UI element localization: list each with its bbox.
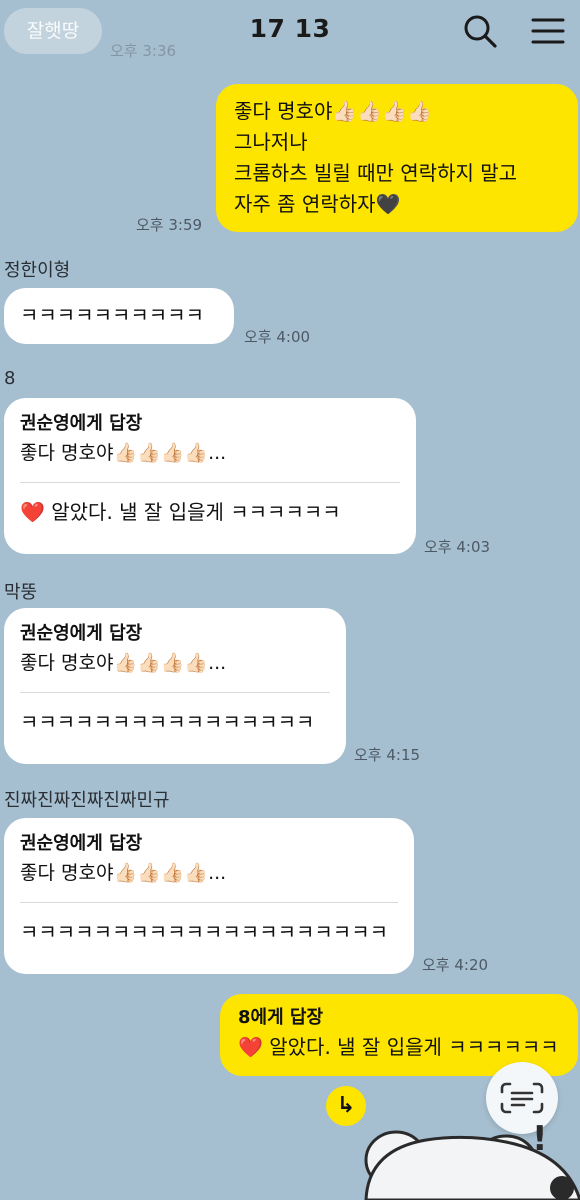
reply-target: 권순영에게 답장 — [20, 623, 143, 644]
svg-text:!: ! — [532, 1119, 548, 1159]
my-message-bubble[interactable]: 좋다 명호야👍🏻👍🏻👍🏻👍🏻 그나저나 크롬하츠 빌릴 때만 연락하지 말고 자… — [216, 84, 578, 232]
reply-quote[interactable]: 좋다 명호야👍🏻👍🏻👍🏻👍🏻... — [20, 858, 398, 888]
their-reply-bubble[interactable]: 권순영에게 답장 좋다 명호야👍🏻👍🏻👍🏻👍🏻... ㅋㅋㅋㅋㅋㅋㅋㅋㅋㅋㅋㅋㅋ… — [4, 608, 346, 764]
sender-name: 진짜진짜진짜진짜민규 — [4, 790, 170, 811]
reply-quote[interactable]: 좋다 명호야👍🏻👍🏻👍🏻👍🏻... — [20, 648, 330, 678]
message-text: ❤️ 알았다. 낼 잘 입을게 ㅋㅋㅋㅋㅋㅋ — [20, 500, 341, 524]
their-message-bubble[interactable]: ㅋㅋㅋㅋㅋㅋㅋㅋㅋㅋ — [4, 288, 234, 344]
message-line: 좋다 명호야👍🏻👍🏻👍🏻👍🏻 — [234, 99, 432, 123]
message-time: 오후 4:03 — [424, 538, 491, 556]
message-time: 오후 3:59 — [136, 216, 203, 234]
message-line: 자주 좀 연락하자🖤 — [234, 192, 401, 216]
search-icon[interactable] — [462, 13, 498, 49]
message-time: 오후 4:20 — [422, 956, 489, 974]
bear-sticker-icon: ! — [364, 1119, 580, 1200]
their-reply-bubble[interactable]: 권순영에게 답장 좋다 명호야👍🏻👍🏻👍🏻👍🏻... ❤️ 알았다. 낼 잘 입… — [4, 398, 416, 554]
sender-name: 정한이형 — [4, 260, 71, 281]
header-ghost-time: 오후 3:36 — [110, 42, 177, 60]
menu-icon[interactable] — [530, 13, 566, 49]
chat-header: 잘햇땅 오후 3:36 17 13 — [0, 0, 580, 62]
sender-name: 막뚱 — [4, 582, 38, 603]
message-time: 오후 4:00 — [244, 328, 311, 346]
reply-divider — [20, 902, 398, 903]
message-text: ㅋㅋㅋㅋㅋㅋㅋㅋㅋㅋㅋㅋㅋㅋㅋㅋ — [20, 710, 315, 734]
reply-quote[interactable]: 좋다 명호야👍🏻👍🏻👍🏻👍🏻... — [20, 438, 400, 468]
reply-target: 권순영에게 답장 — [20, 833, 143, 854]
their-reply-bubble[interactable]: 권순영에게 답장 좋다 명호야👍🏻👍🏻👍🏻👍🏻... ㅋㅋㅋㅋㅋㅋㅋㅋㅋㅋㅋㅋㅋ… — [4, 818, 414, 974]
reply-divider — [20, 692, 330, 693]
message-text: ❤️ 알았다. 낼 잘 입을게 ㅋㅋㅋㅋㅋㅋ — [238, 1035, 559, 1059]
message-line: 크롬하츠 빌릴 때만 연락하지 말고 — [234, 161, 518, 185]
sender-name: 8 — [4, 368, 16, 389]
message-text: ㅋㅋㅋㅋㅋㅋㅋㅋㅋㅋ — [20, 303, 204, 327]
reply-target: 8에게 답장 — [238, 1007, 324, 1028]
message-line: 그나저나 — [234, 130, 308, 154]
reply-divider — [20, 482, 400, 483]
message-time: 오후 4:15 — [354, 746, 421, 764]
reply-target: 권순영에게 답장 — [20, 413, 143, 434]
message-text: ㅋㅋㅋㅋㅋㅋㅋㅋㅋㅋㅋㅋㅋㅋㅋㅋㅋㅋㅋㅋ — [20, 920, 388, 944]
